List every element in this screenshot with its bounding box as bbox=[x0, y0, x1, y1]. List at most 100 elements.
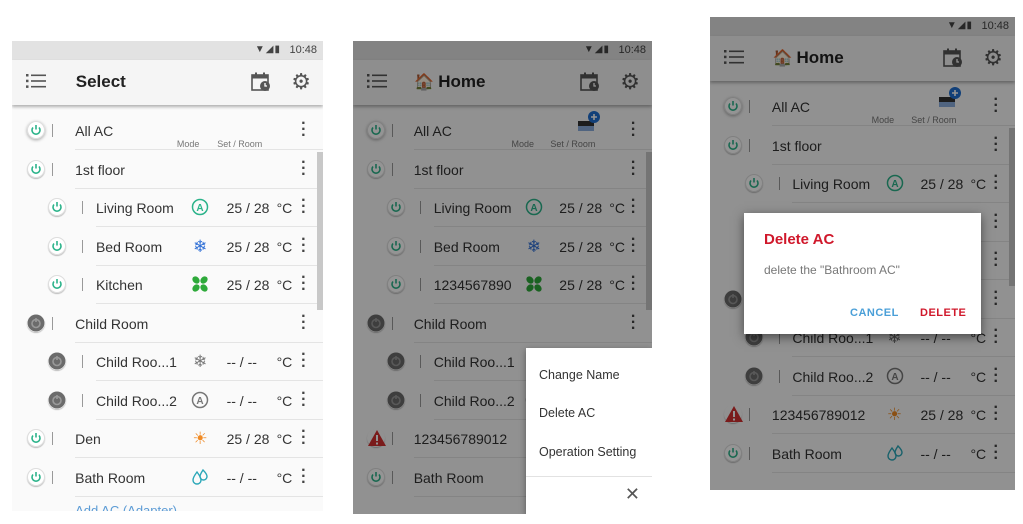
power-button[interactable] bbox=[48, 391, 66, 409]
power-button[interactable] bbox=[48, 352, 66, 370]
ac-name: Child Roo...1 bbox=[95, 354, 177, 370]
dialog-message: delete the "Bathroom AC" bbox=[764, 263, 900, 277]
temp-unit: °C bbox=[276, 277, 293, 293]
set-room-temp: 25 / 28 bbox=[226, 431, 270, 447]
power-button[interactable] bbox=[27, 314, 45, 332]
svg-text:A: A bbox=[197, 203, 204, 214]
auto-mode-icon: A bbox=[190, 391, 210, 411]
snowflake-icon: ❄ bbox=[193, 236, 208, 256]
power-button[interactable] bbox=[48, 198, 67, 216]
more-options-icon[interactable]: ··· bbox=[301, 347, 306, 375]
ac-row[interactable]: Bed Room ❄ 25 / 28 °C · · · bbox=[12, 228, 323, 266]
divider bbox=[52, 432, 54, 445]
ac-row[interactable]: Living Room A 25 / 28 °C · · · bbox=[12, 189, 323, 227]
all-ac-row[interactable]: All AC · · · Mode Set / Room bbox=[12, 112, 323, 150]
power-button[interactable] bbox=[48, 275, 67, 293]
scrollbar[interactable] bbox=[317, 151, 323, 310]
list-menu-icon[interactable] bbox=[26, 73, 46, 91]
set-room-temp: 25 / 28 bbox=[226, 238, 270, 255]
delete-dialog: Delete AC delete the "Bathroom AC" CANCEL D… bbox=[744, 213, 981, 334]
settings-gear-icon[interactable]: ⚙ bbox=[291, 69, 311, 95]
power-button[interactable] bbox=[48, 236, 67, 255]
ac-row[interactable]: Child Roo...1 ❄ -- / -- °C ··· bbox=[12, 343, 323, 381]
set-room-temp: 25 / 28 bbox=[226, 277, 270, 293]
set-room-temp: -- / -- bbox=[226, 469, 257, 486]
more-options-icon[interactable]: ··· bbox=[301, 154, 306, 182]
page-title-text: Select bbox=[75, 72, 126, 91]
temp-unit: °C bbox=[276, 431, 293, 447]
ac-name: 1st floor bbox=[75, 161, 125, 178]
divider bbox=[81, 239, 83, 253]
temperature: -- / -- °C bbox=[226, 392, 293, 409]
divider bbox=[81, 393, 83, 407]
ac-name: Child Room bbox=[75, 315, 149, 332]
menu-divider bbox=[526, 476, 652, 477]
divider bbox=[81, 201, 83, 214]
menu-item-change-name[interactable]: Change Name bbox=[539, 368, 620, 382]
add-ac-adapter-link[interactable]: Add AC (Adapter) bbox=[75, 503, 177, 511]
divider bbox=[52, 124, 54, 137]
ac-name: Bath Room bbox=[75, 469, 146, 486]
set-room-header: Set / Room bbox=[217, 139, 263, 149]
more-options-icon[interactable]: ··· bbox=[301, 308, 306, 336]
status-time: 10:48 bbox=[289, 44, 317, 56]
status-icons: ▼◢▮ bbox=[254, 44, 281, 55]
group-row[interactable]: Bath Room -- / -- °C ··· bbox=[12, 459, 323, 497]
more-options-icon[interactable]: ··· bbox=[301, 424, 306, 452]
divider bbox=[52, 162, 54, 176]
fan-icon bbox=[190, 275, 210, 295]
temperature: -- / -- °C bbox=[226, 354, 293, 370]
cancel-button[interactable]: CANCEL bbox=[850, 307, 899, 319]
temp-unit: °C bbox=[276, 392, 293, 409]
more-options-icon[interactable]: ··· bbox=[301, 270, 306, 298]
ac-name: Living Room bbox=[95, 200, 174, 216]
water-drop-icon bbox=[190, 468, 210, 488]
divider bbox=[52, 316, 54, 330]
toolbar: Select ⚙ bbox=[12, 60, 323, 105]
group-row[interactable]: Den ☀ 25 / 28 °C · · · bbox=[12, 420, 323, 458]
power-button[interactable] bbox=[26, 467, 45, 486]
delete-button[interactable]: DELETE bbox=[920, 307, 966, 319]
screen-select: ▼◢▮ 10:48 Select ⚙ All AC · · · Mode Set / Room 1s… bbox=[12, 41, 323, 511]
more-options-icon[interactable]: ··· bbox=[301, 231, 306, 259]
dialog-title: Delete AC bbox=[764, 231, 835, 248]
page-title: Select bbox=[76, 72, 126, 92]
screen-home-context-menu: ▼◢▮ 10:48 🏠 Home ⚙ All AC · · · Mode Set / Room 1st… bbox=[353, 41, 652, 514]
group-row[interactable]: Child Room · · · bbox=[12, 305, 323, 343]
snowflake-icon: ❄ bbox=[193, 352, 208, 371]
ac-row[interactable]: Kitchen 25 / 28 °C · · · bbox=[12, 266, 323, 304]
menu-item-operation-setting[interactable]: Operation Setting bbox=[539, 445, 636, 459]
ac-row[interactable]: Child Roo...2 A -- / -- °C ··· bbox=[12, 382, 323, 420]
ac-name: Bed Room bbox=[95, 238, 163, 255]
schedule-calendar-icon[interactable] bbox=[251, 72, 271, 92]
temperature: 25 / 28 °C bbox=[226, 431, 293, 447]
temp-unit: °C bbox=[276, 200, 293, 216]
set-room-temp: -- / -- bbox=[226, 354, 257, 370]
temp-unit: °C bbox=[276, 238, 293, 255]
power-button[interactable] bbox=[26, 121, 45, 139]
power-button[interactable] bbox=[26, 429, 45, 447]
divider bbox=[81, 278, 83, 291]
sun-icon: ☀ bbox=[192, 429, 208, 448]
close-icon[interactable]: ✕ bbox=[625, 484, 640, 505]
ac-name: All AC bbox=[75, 123, 114, 139]
group-row[interactable]: 1st floor · · · bbox=[12, 151, 323, 189]
more-options-icon[interactable]: ··· bbox=[301, 462, 306, 490]
set-room-temp: -- / -- bbox=[226, 392, 257, 409]
menu-item-delete-ac[interactable]: Delete AC bbox=[539, 406, 595, 420]
temperature: 25 / 28 °C bbox=[226, 238, 293, 255]
temperature: 25 / 28 °C bbox=[226, 277, 293, 293]
power-button[interactable] bbox=[26, 159, 45, 178]
temperature: 25 / 28 °C bbox=[226, 200, 293, 216]
auto-mode-icon: A bbox=[190, 198, 210, 218]
more-options-icon[interactable]: ··· bbox=[301, 116, 306, 144]
row-divider bbox=[75, 495, 323, 497]
ac-name: Child Roo...2 bbox=[95, 392, 177, 409]
svg-text:A: A bbox=[197, 396, 204, 407]
ac-name: Kitchen bbox=[95, 277, 143, 293]
set-room-temp: 25 / 28 bbox=[226, 200, 270, 216]
more-options-icon[interactable]: ··· bbox=[301, 385, 306, 413]
divider bbox=[81, 355, 83, 368]
status-bar: ▼◢▮ 10:48 bbox=[12, 41, 323, 60]
more-options-icon[interactable]: ··· bbox=[301, 193, 306, 221]
